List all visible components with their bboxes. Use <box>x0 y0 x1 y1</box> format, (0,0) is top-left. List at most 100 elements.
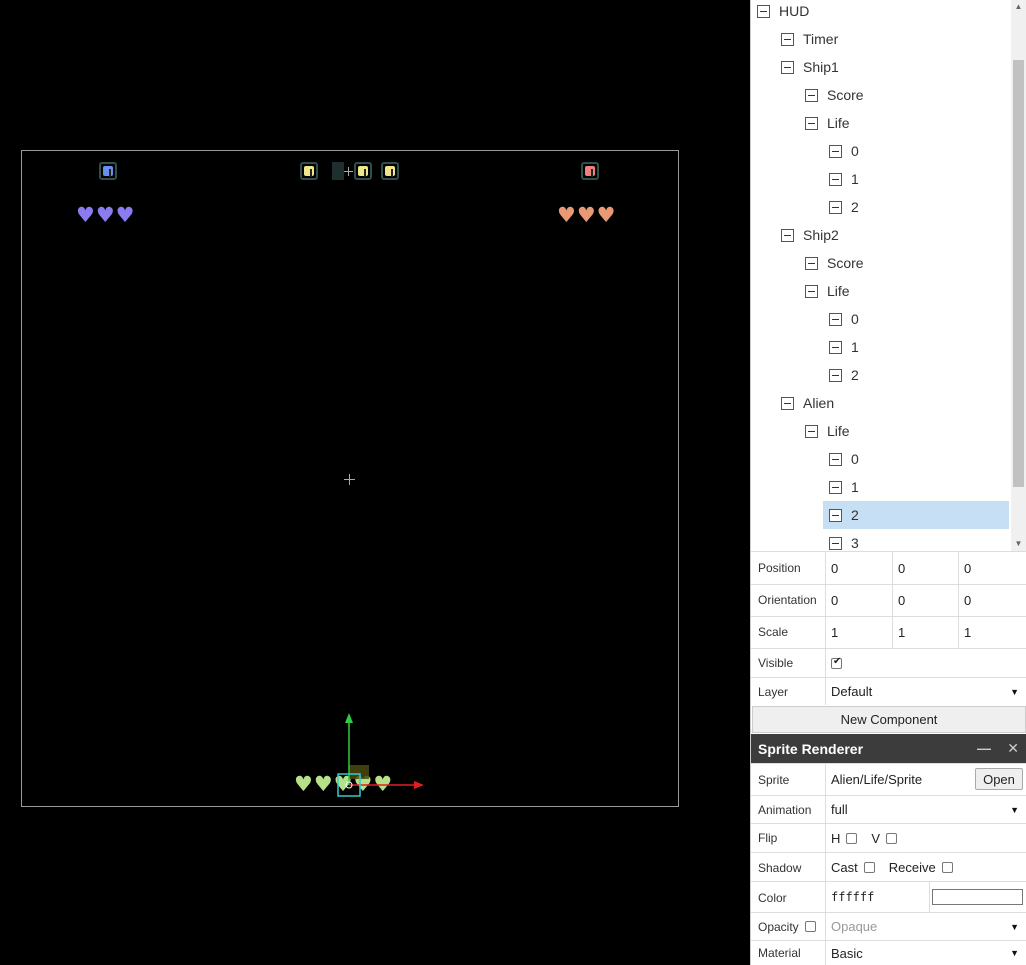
tree-node-ship1-life-1[interactable]: 1 <box>829 165 1011 193</box>
tree-node-alien-life-1[interactable]: 1 <box>829 473 1011 501</box>
scale-x-input[interactable]: 1 <box>825 617 892 648</box>
cast-checkbox[interactable] <box>863 861 875 873</box>
scene-hierarchy-tree[interactable]: HUD Timer Ship1 Score Life 0 1 2 Ship2 S… <box>751 0 1026 551</box>
tree-node-ship1-score[interactable]: Score <box>805 81 1011 109</box>
collapse-toggle-icon[interactable] <box>829 172 842 186</box>
collapse-toggle-icon[interactable] <box>829 340 842 354</box>
scene-center-cross <box>344 474 355 485</box>
color-swatch-cell <box>929 882 1026 912</box>
timer-pivot-cross <box>344 167 353 176</box>
position-x-input[interactable]: 0 <box>825 552 892 584</box>
tree-node-ship2-life-1[interactable]: 1 <box>829 333 1011 361</box>
visible-checkbox[interactable] <box>831 656 842 669</box>
tree-node-ship2[interactable]: Ship2 <box>781 221 1011 249</box>
opacity-select[interactable]: Opaque ▼ <box>825 913 1026 940</box>
tree-node-ship2-life-0[interactable]: 0 <box>829 305 1011 333</box>
tree-node-alien-life-2[interactable]: 2 <box>823 501 1009 529</box>
tree-node-alien[interactable]: Alien <box>781 389 1011 417</box>
shadow-row: Shadow Cast Receive <box>751 852 1026 881</box>
tree-node-alien-life[interactable]: Life <box>805 417 1011 445</box>
collapse-toggle-icon[interactable] <box>805 88 818 102</box>
flip-h-checkbox[interactable] <box>846 832 858 844</box>
collapse-toggle-icon[interactable] <box>829 312 842 326</box>
tree-node-label: 1 <box>851 479 859 495</box>
tree-node-timer[interactable]: Timer <box>781 25 1011 53</box>
tree-node-alien-life-3[interactable]: 3 <box>829 529 1011 551</box>
receive-checkbox[interactable] <box>941 861 953 873</box>
ship2-life-hearts: ♥ ♥ ♥ <box>557 205 615 226</box>
layer-label: Layer <box>758 685 789 699</box>
visible-label: Visible <box>758 656 794 670</box>
scroll-down-arrow-icon[interactable]: ▼ <box>1011 537 1026 551</box>
collapse-toggle-icon[interactable] <box>829 200 842 214</box>
collapse-toggle-icon[interactable] <box>829 144 842 158</box>
color-swatch[interactable] <box>932 889 1023 905</box>
collapse-toggle-icon[interactable] <box>781 60 794 74</box>
collapse-toggle-icon[interactable] <box>781 228 794 242</box>
dropdown-arrow-icon: ▼ <box>1010 804 1019 815</box>
position-row: Position 0 0 0 <box>751 551 1026 584</box>
tree-node-ship2-life-2[interactable]: 2 <box>829 361 1011 389</box>
open-sprite-button[interactable]: Open <box>975 768 1023 790</box>
orientation-y-input[interactable]: 0 <box>892 585 958 616</box>
transform-gizmo[interactable] <box>330 705 430 805</box>
tree-node-ship2-life[interactable]: Life <box>805 277 1011 305</box>
orientation-x-input[interactable]: 0 <box>825 585 892 616</box>
minimize-icon[interactable]: — <box>977 740 991 756</box>
collapse-toggle-icon[interactable] <box>781 396 794 410</box>
dropdown-arrow-icon: ▼ <box>1010 921 1019 932</box>
tree-node-label: Timer <box>803 31 839 47</box>
animation-label: Animation <box>758 803 812 817</box>
scale-z-input[interactable]: 1 <box>958 617 1026 648</box>
scroll-up-arrow-icon[interactable]: ▲ <box>1011 0 1026 14</box>
color-hex-input[interactable]: ffffff <box>825 882 929 912</box>
scale-y-input[interactable]: 1 <box>892 617 958 648</box>
opacity-row: Opacity Opaque ▼ <box>751 912 1026 940</box>
collapse-toggle-icon[interactable] <box>829 452 842 466</box>
tree-node-ship1-life-0[interactable]: 0 <box>829 137 1011 165</box>
animation-select[interactable]: full ▼ <box>825 796 1026 823</box>
collapse-toggle-icon[interactable] <box>805 424 818 438</box>
close-icon[interactable]: ✕ <box>1007 740 1019 757</box>
tree-node-ship1-life[interactable]: Life <box>805 109 1011 137</box>
orientation-label: Orientation <box>758 593 817 607</box>
collapse-toggle-icon[interactable] <box>829 480 842 494</box>
position-z-input[interactable]: 0 <box>958 552 1026 584</box>
timer-digit-3 <box>381 162 399 180</box>
scrollbar-thumb[interactable] <box>1013 60 1024 487</box>
collapse-toggle-icon[interactable] <box>805 284 818 298</box>
tree-scrollbar[interactable]: ▲ ▼ <box>1011 0 1026 551</box>
tree-node-label: Life <box>827 283 850 299</box>
tree-node-ship2-score[interactable]: Score <box>805 249 1011 277</box>
collapse-toggle-icon[interactable] <box>829 368 842 382</box>
flip-h-label: H <box>831 830 841 846</box>
timer-digit-1 <box>300 162 318 180</box>
collapse-toggle-icon[interactable] <box>805 256 818 270</box>
layer-select[interactable]: Default ▼ <box>825 678 1026 705</box>
collapse-toggle-icon[interactable] <box>829 508 842 522</box>
sprite-label: Sprite <box>758 773 790 787</box>
tree-node-hud[interactable]: HUD <box>757 0 1011 25</box>
collapse-toggle-icon[interactable] <box>805 116 818 130</box>
collapse-toggle-icon[interactable] <box>829 536 842 550</box>
new-component-button[interactable]: New Component <box>752 706 1026 733</box>
tree-node-label: HUD <box>779 3 810 19</box>
tree-node-ship1[interactable]: Ship1 <box>781 53 1011 81</box>
scale-label: Scale <box>758 625 789 639</box>
flip-v-checkbox[interactable] <box>886 832 898 844</box>
ship2-score-digit <box>581 162 599 180</box>
layer-row: Layer Default ▼ <box>751 677 1026 705</box>
tree-node-alien-life-0[interactable]: 0 <box>829 445 1011 473</box>
collapse-toggle-icon[interactable] <box>757 4 770 18</box>
scene-viewport[interactable]: ♥ ♥ ♥ ♥ ♥ ♥ ♥ ♥ ♥ ♥ ♥ <box>0 0 750 965</box>
component-header[interactable]: Sprite Renderer — ✕ <box>751 734 1026 763</box>
collapse-toggle-icon[interactable] <box>781 32 794 46</box>
opacity-checkbox[interactable] <box>805 921 816 932</box>
layer-value: Default <box>831 684 873 699</box>
orientation-z-input[interactable]: 0 <box>958 585 1026 616</box>
tree-node-ship1-life-2[interactable]: 2 <box>829 193 1011 221</box>
ship1-life-hearts: ♥ ♥ ♥ <box>76 205 134 226</box>
color-row: Color ffffff <box>751 881 1026 912</box>
material-select[interactable]: Basic ▼ <box>825 941 1026 965</box>
position-y-input[interactable]: 0 <box>892 552 958 584</box>
